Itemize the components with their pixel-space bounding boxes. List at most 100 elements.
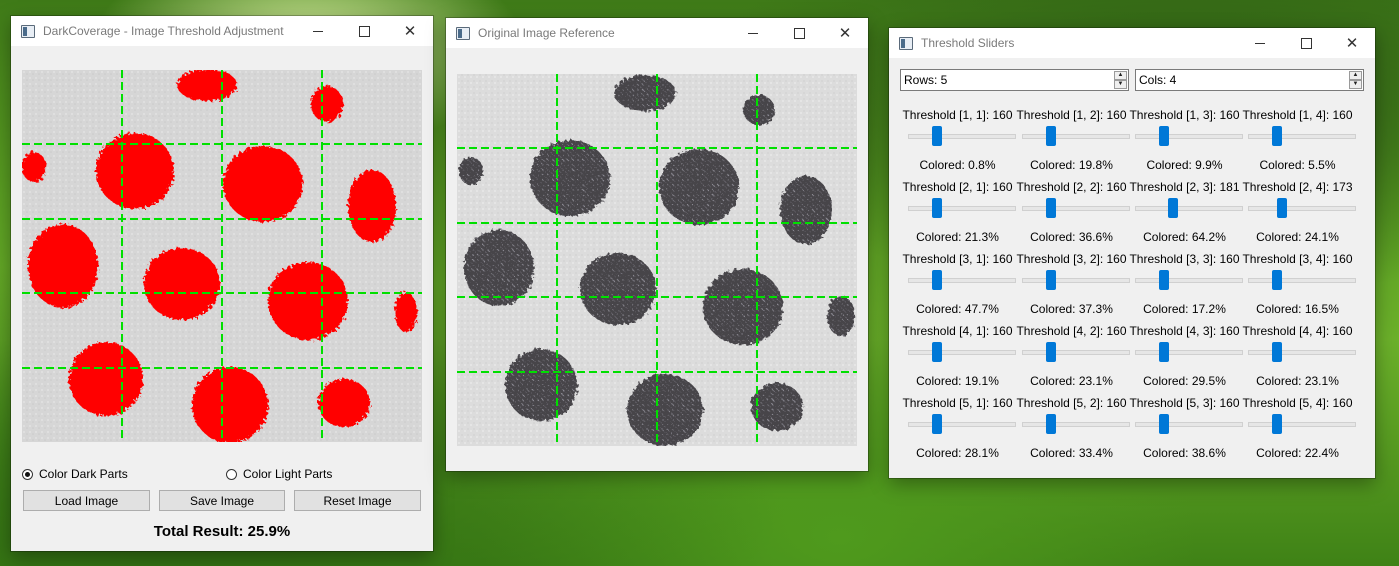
maximize-icon[interactable] <box>341 16 387 46</box>
close-icon[interactable]: ✕ <box>822 18 868 48</box>
threshold-slider[interactable] <box>1248 414 1356 434</box>
slider-thumb[interactable] <box>932 342 942 362</box>
slider-thumb[interactable] <box>932 126 942 146</box>
rows-spinbox[interactable]: Rows: 5 ▲ ▼ <box>900 69 1129 91</box>
slider-track[interactable] <box>1022 422 1130 427</box>
slider-thumb[interactable] <box>1159 270 1169 290</box>
slider-track[interactable] <box>1248 134 1356 139</box>
close-icon[interactable]: ✕ <box>1329 28 1375 58</box>
colored-percent: Colored: 36.6% <box>1030 230 1113 244</box>
colored-percent: Colored: 0.8% <box>919 158 996 172</box>
slider-thumb[interactable] <box>1159 342 1169 362</box>
threshold-slider[interactable] <box>1022 270 1130 290</box>
colored-percent: Colored: 19.1% <box>916 374 999 388</box>
threshold-slider[interactable] <box>1248 270 1356 290</box>
threshold-slider[interactable] <box>1248 126 1356 146</box>
minimize-icon[interactable] <box>730 18 776 48</box>
slider-track[interactable] <box>1248 206 1356 211</box>
close-icon[interactable]: ✕ <box>387 16 433 46</box>
threshold-slider[interactable] <box>1135 414 1243 434</box>
slider-track[interactable] <box>1248 350 1356 355</box>
save-image-button[interactable]: Save Image <box>159 490 285 511</box>
slider-track[interactable] <box>1135 206 1243 211</box>
slider-track[interactable] <box>1135 278 1243 283</box>
slider-track[interactable] <box>1135 350 1243 355</box>
spot <box>703 269 783 345</box>
threshold-slider[interactable] <box>1135 126 1243 146</box>
colored-percent: Colored: 29.5% <box>1143 374 1226 388</box>
colored-percent: Colored: 47.7% <box>916 302 999 316</box>
slider-thumb[interactable] <box>1159 414 1169 434</box>
threshold-slider[interactable] <box>1135 342 1243 362</box>
cols-spinbox[interactable]: Cols: 4 ▲ ▼ <box>1135 69 1364 91</box>
main-titlebar[interactable]: DarkCoverage - Image Threshold Adjustmen… <box>11 16 433 46</box>
slider-track[interactable] <box>1022 134 1130 139</box>
cols-up-icon[interactable]: ▲ <box>1349 71 1362 80</box>
maximize-icon[interactable] <box>1283 28 1329 58</box>
threshold-label: Threshold [2, 3]: 181 <box>1129 180 1240 194</box>
threshold-titlebar[interactable]: Threshold Sliders ✕ <box>889 28 1375 58</box>
slider-track[interactable] <box>1135 422 1243 427</box>
slider-thumb[interactable] <box>932 414 942 434</box>
slider-thumb[interactable] <box>932 198 942 218</box>
slider-thumb[interactable] <box>932 270 942 290</box>
slider-track[interactable] <box>908 134 1016 139</box>
threshold-slider[interactable] <box>1022 198 1130 218</box>
color-light-radio[interactable]: Color Light Parts <box>226 467 332 481</box>
slider-track[interactable] <box>908 350 1016 355</box>
color-light-radio-indicator[interactable] <box>226 468 237 480</box>
slider-thumb[interactable] <box>1277 198 1287 218</box>
slider-thumb[interactable] <box>1046 270 1056 290</box>
slider-track[interactable] <box>1022 206 1130 211</box>
slider-track[interactable] <box>1135 134 1243 139</box>
slider-track[interactable] <box>908 278 1016 283</box>
threshold-slider[interactable] <box>1135 198 1243 218</box>
threshold-slider[interactable] <box>908 126 1016 146</box>
minimize-icon[interactable] <box>1237 28 1283 58</box>
slider-thumb[interactable] <box>1272 342 1282 362</box>
threshold-slider[interactable] <box>1248 342 1356 362</box>
reset-image-button[interactable]: Reset Image <box>294 490 421 511</box>
threshold-slider[interactable] <box>1135 270 1243 290</box>
threshold-slider[interactable] <box>1022 414 1130 434</box>
threshold-slider[interactable] <box>1022 342 1130 362</box>
slider-thumb[interactable] <box>1046 126 1056 146</box>
slider-track[interactable] <box>908 422 1016 427</box>
threshold-slider[interactable] <box>908 198 1016 218</box>
color-dark-radio[interactable]: Color Dark Parts <box>22 467 128 481</box>
rows-value: Rows: 5 <box>904 73 948 87</box>
spot <box>144 248 220 320</box>
threshold-slider[interactable] <box>908 342 1016 362</box>
threshold-slider[interactable] <box>908 270 1016 290</box>
color-dark-radio-indicator[interactable] <box>22 468 33 480</box>
slider-thumb[interactable] <box>1272 126 1282 146</box>
slider-thumb[interactable] <box>1272 414 1282 434</box>
rows-down-icon[interactable]: ▼ <box>1114 80 1127 89</box>
rows-up-icon[interactable]: ▲ <box>1114 71 1127 80</box>
spot <box>177 70 237 101</box>
threshold-slider[interactable] <box>908 414 1016 434</box>
slider-thumb[interactable] <box>1046 414 1056 434</box>
slider-thumb[interactable] <box>1272 270 1282 290</box>
slider-thumb[interactable] <box>1046 198 1056 218</box>
load-image-button[interactable]: Load Image <box>23 490 150 511</box>
spot <box>395 292 417 332</box>
slider-thumb[interactable] <box>1046 342 1056 362</box>
slider-thumb[interactable] <box>1168 198 1178 218</box>
cols-down-icon[interactable]: ▼ <box>1349 80 1362 89</box>
colored-percent: Colored: 37.3% <box>1030 302 1113 316</box>
threshold-slider[interactable] <box>1022 126 1130 146</box>
slider-track[interactable] <box>908 206 1016 211</box>
slider-track[interactable] <box>1248 422 1356 427</box>
spot <box>743 95 775 125</box>
slider-track[interactable] <box>1022 350 1130 355</box>
minimize-icon[interactable] <box>295 16 341 46</box>
threshold-slider[interactable] <box>1248 198 1356 218</box>
slider-track[interactable] <box>1248 278 1356 283</box>
reference-titlebar[interactable]: Original Image Reference ✕ <box>446 18 868 48</box>
slider-track[interactable] <box>1022 278 1130 283</box>
spot <box>69 342 143 416</box>
slider-thumb[interactable] <box>1159 126 1169 146</box>
colored-percent: Colored: 16.5% <box>1256 302 1339 316</box>
maximize-icon[interactable] <box>776 18 822 48</box>
